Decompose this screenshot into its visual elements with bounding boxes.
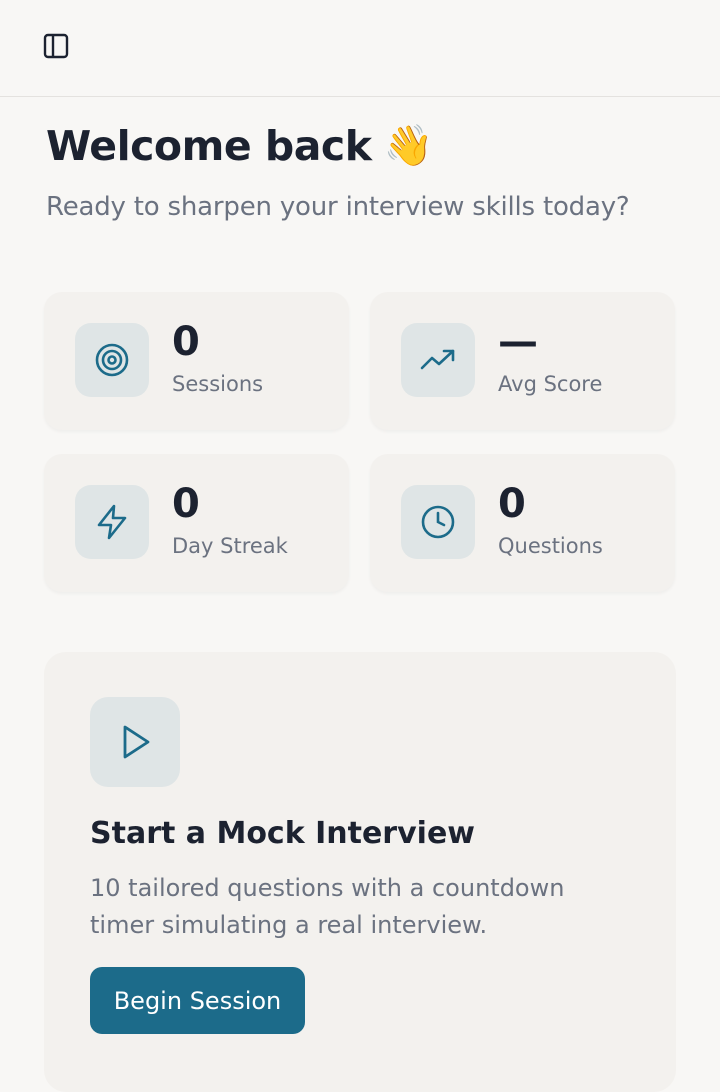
stat-icon-box: [401, 323, 475, 397]
stat-card-day-streak: 0 Day Streak: [44, 454, 349, 592]
cta-description: 10 tailored questions with a countdown t…: [90, 874, 565, 939]
target-icon: [95, 343, 129, 377]
top-bar: [0, 0, 720, 97]
stat-card-sessions: 0 Sessions: [44, 292, 349, 430]
stat-label: Sessions: [172, 372, 264, 396]
begin-session-button[interactable]: Begin Session: [90, 967, 305, 1034]
stat-value: 0: [172, 481, 200, 527]
trending-up-icon: [420, 349, 455, 370]
stat-label: Avg Score: [498, 372, 603, 396]
stat-card-questions: 0 Questions: [370, 454, 675, 592]
cta-title: Start a Mock Interview: [90, 816, 476, 851]
stat-label: Day Streak: [172, 534, 288, 558]
stat-icon-box: [75, 323, 149, 397]
play-icon: [123, 725, 150, 759]
stat-icon-box: [75, 485, 149, 559]
clock-icon: [421, 505, 455, 539]
cta-icon-box: [90, 697, 180, 787]
welcome-title: Welcome back: [46, 122, 372, 170]
stat-value: 0: [498, 481, 526, 527]
waving-hand-emoji: 👋: [383, 123, 433, 169]
stat-label: Questions: [498, 534, 603, 558]
stat-card-avg-score: — Avg Score: [370, 292, 675, 430]
welcome-heading: Welcome back 👋: [46, 122, 433, 170]
sidebar-toggle-icon: [43, 33, 69, 59]
mock-interview-card: Start a Mock Interview 10 tailored quest…: [44, 652, 676, 1092]
welcome-subtitle: Ready to sharpen your interview skills t…: [46, 192, 630, 222]
sidebar-toggle-button[interactable]: [36, 26, 76, 66]
stat-value: —: [498, 319, 538, 365]
stat-value: 0: [172, 319, 200, 365]
lightning-icon: [97, 504, 127, 540]
stat-icon-box: [401, 485, 475, 559]
